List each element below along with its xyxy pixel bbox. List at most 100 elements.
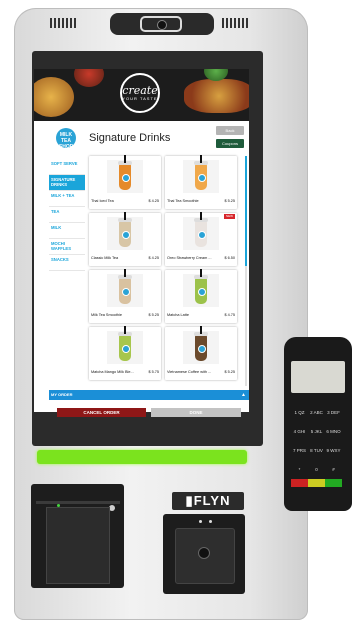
product-image xyxy=(183,269,219,307)
product-price: $ 6.50 xyxy=(224,256,235,260)
product-price: $ 5.75 xyxy=(148,370,159,374)
keypad-key[interactable]: 0 xyxy=(308,466,325,474)
product-card[interactable]: Milk Tea Smoothie $ 5.25 xyxy=(89,269,161,323)
keypad-key[interactable]: 8 TUV xyxy=(308,447,325,455)
product-card[interactable]: Matcha Mango Milk Ble... $ 5.75 xyxy=(89,326,161,380)
brand-plate: ▮FLYN xyxy=(172,492,244,510)
camera-frame xyxy=(140,16,182,32)
keypad-key[interactable]: * xyxy=(291,466,308,474)
keypad-key[interactable]: 1 QZ xyxy=(291,409,308,417)
cancel-order-button[interactable]: CANCEL ORDER xyxy=(57,408,146,417)
brand-logo: create YOUR TASTE xyxy=(120,73,160,113)
drink-cup xyxy=(118,269,132,304)
scanner-light xyxy=(199,520,202,523)
logo-text: create xyxy=(122,84,158,97)
brand-name: FLYN xyxy=(193,493,231,508)
back-button[interactable]: Back xyxy=(216,126,244,135)
product-image xyxy=(107,269,143,307)
product-image xyxy=(107,212,143,250)
product-card[interactable]: Classic Milk Tea $ 4.25 xyxy=(89,212,161,266)
logo-subtext: YOUR TASTE xyxy=(122,96,158,101)
scroll-thumb[interactable] xyxy=(245,156,247,266)
product-name: Oreo Strawberry Cream ... xyxy=(167,256,212,260)
keypad-key[interactable]: 4 GHI xyxy=(291,428,308,436)
keypad-key[interactable]: 7 PRS xyxy=(291,447,308,455)
product-image xyxy=(183,212,219,250)
product-card[interactable]: NEW Oreo Strawberry Cream ... $ 6.50 xyxy=(165,212,237,266)
product-price: $ 5.25 xyxy=(224,370,235,374)
terminal-keypad: 1 QZ 2 ABC 3 DEF 4 GHI 5 JKL 6 MNO 7 PRS 8 TU… xyxy=(291,401,347,495)
enter-key[interactable] xyxy=(325,479,342,487)
sidebar-item-soft-serve[interactable]: SOFT SERVE xyxy=(49,159,85,175)
payment-terminal[interactable]: 1 QZ 2 ABC 3 DEF 4 GHI 5 JKL 6 MNO 7 PRS 8 TU… xyxy=(284,337,352,511)
clear-key[interactable] xyxy=(308,479,325,487)
food-image xyxy=(184,79,249,113)
printer-door xyxy=(46,507,110,584)
product-name: Classic Milk Tea xyxy=(91,256,119,260)
product-card[interactable]: Thai Iced Tea $ 4.25 xyxy=(89,155,161,209)
status-light-bar xyxy=(37,450,247,464)
drink-cup xyxy=(194,212,208,247)
cancel-key[interactable] xyxy=(291,479,308,487)
speaker-vent-left xyxy=(50,18,76,28)
shop-logo: MILK TEA SHOP xyxy=(56,128,76,150)
my-order-bar[interactable]: MY ORDER ▲ xyxy=(49,390,249,400)
product-image xyxy=(183,326,219,364)
food-image xyxy=(34,77,74,117)
camera-lens xyxy=(157,20,167,30)
printer-slot xyxy=(36,501,120,504)
product-price: $ 4.25 xyxy=(148,256,159,260)
product-name: Matcha Mango Milk Ble... xyxy=(91,370,134,374)
product-price: $ 5.25 xyxy=(224,199,235,203)
product-image xyxy=(183,155,219,193)
speaker-vent-right xyxy=(222,18,248,28)
product-card[interactable]: Matcha Latte $ 4.75 xyxy=(165,269,237,323)
camera-housing xyxy=(110,13,214,35)
scanner-lens xyxy=(198,547,210,559)
product-grid: Thai Iced Tea $ 4.25 Thai Tea Smoothie $… xyxy=(89,155,249,396)
product-price: $ 4.25 xyxy=(148,199,159,203)
drink-cup xyxy=(194,155,208,190)
keypad-key[interactable]: 9 WXY xyxy=(325,447,342,455)
keypad-key[interactable]: 2 ABC xyxy=(308,409,325,417)
product-card[interactable]: Thai Tea Smoothie $ 5.25 xyxy=(165,155,237,209)
product-card[interactable]: Vietnamese Coffee with ... $ 5.25 xyxy=(165,326,237,380)
receipt-printer xyxy=(31,484,124,588)
product-price: $ 5.25 xyxy=(148,313,159,317)
product-name: Thai Tea Smoothie xyxy=(167,199,199,203)
chevron-up-icon: ▲ xyxy=(241,392,246,398)
hero-banner: create YOUR TASTE xyxy=(34,69,249,121)
barcode-scanner xyxy=(163,514,245,594)
scrollbar[interactable] xyxy=(245,156,247,386)
sidebar-item-signature-drinks[interactable]: SIGNATURE DRINKS xyxy=(49,175,85,191)
keypad-key[interactable]: 3 DEF xyxy=(325,409,342,417)
drink-cup xyxy=(118,326,132,361)
keypad-key[interactable]: 5 JKL xyxy=(308,428,325,436)
product-price: $ 4.75 xyxy=(224,313,235,317)
drink-cup xyxy=(118,212,132,247)
category-sidebar: SOFT SERVE SIGNATURE DRINKS MILK + TEA T… xyxy=(49,159,85,271)
food-image xyxy=(74,69,104,87)
drink-cup xyxy=(194,269,208,304)
product-image xyxy=(107,326,143,364)
keypad-key[interactable]: 6 MNO xyxy=(325,428,342,436)
product-name: Matcha Latte xyxy=(167,313,189,317)
page-title: Signature Drinks xyxy=(89,132,171,144)
sidebar-item-snacks[interactable]: SNACKS xyxy=(49,255,85,271)
product-name: Vietnamese Coffee with ... xyxy=(167,370,212,374)
product-name: Thai Iced Tea xyxy=(91,199,114,203)
done-button[interactable]: DONE xyxy=(151,408,241,417)
coupons-button[interactable]: Coupons xyxy=(216,139,244,148)
sidebar-item-mochi-waffles[interactable]: MOCHI WAFFLES xyxy=(49,239,85,255)
sidebar-item-milk-tea[interactable]: MILK + TEA xyxy=(49,191,85,207)
my-order-label: MY ORDER xyxy=(51,392,73,397)
scanner-light xyxy=(209,520,212,523)
scanner-window xyxy=(175,528,235,584)
new-badge: NEW xyxy=(224,214,235,219)
terminal-display xyxy=(291,361,345,393)
sidebar-item-milk[interactable]: MILK xyxy=(49,223,85,239)
product-name: Milk Tea Smoothie xyxy=(91,313,122,317)
drink-cup xyxy=(118,155,132,190)
keypad-key[interactable]: # xyxy=(325,466,342,474)
sidebar-item-tea[interactable]: TEA xyxy=(49,207,85,223)
